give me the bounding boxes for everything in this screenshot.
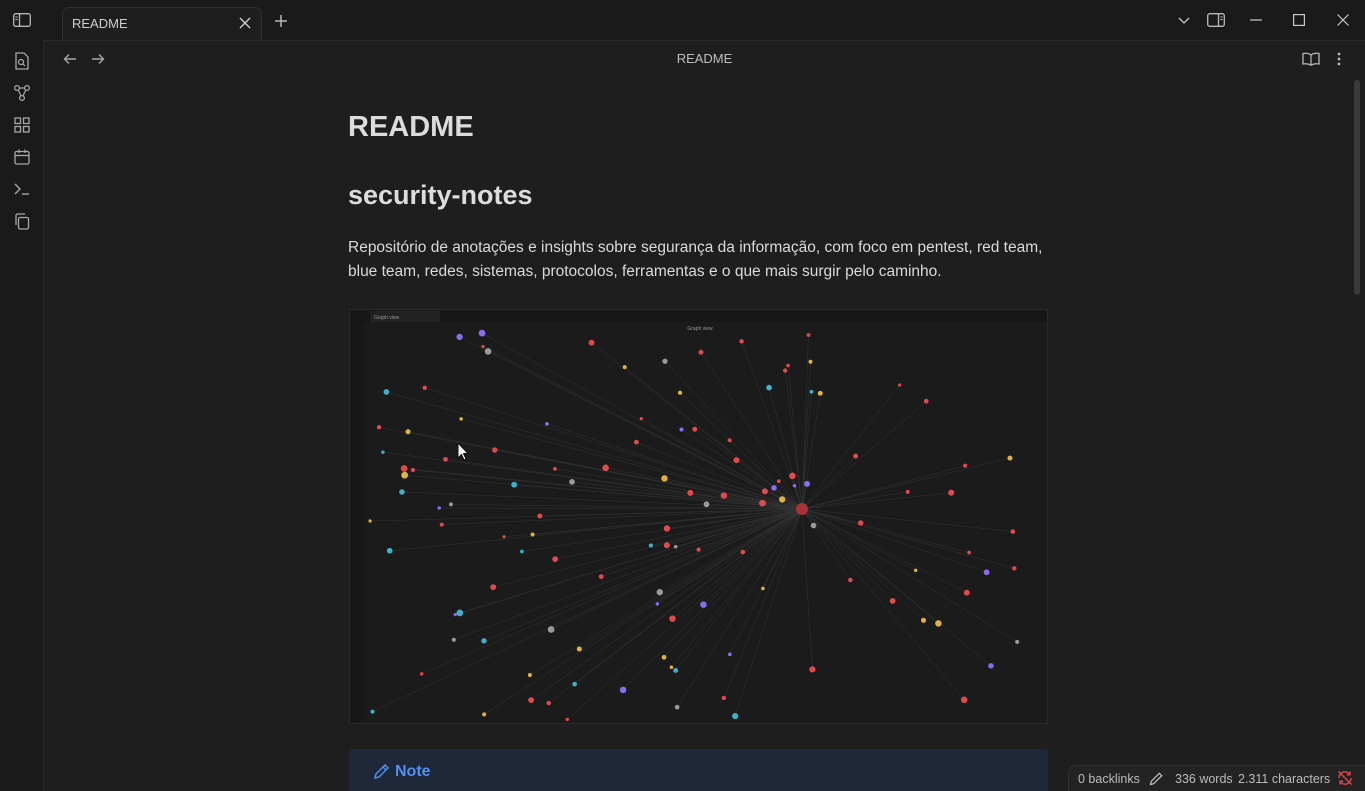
callout-title: Note bbox=[395, 763, 431, 780]
canvas-icon[interactable] bbox=[11, 114, 33, 136]
tab-readme[interactable]: README bbox=[62, 7, 262, 40]
tab-close-icon[interactable] bbox=[237, 15, 253, 31]
word-count: 336 words bbox=[1175, 772, 1233, 786]
left-ribbon bbox=[0, 40, 44, 791]
character-count: 2.311 characters bbox=[1238, 772, 1331, 786]
terminal-icon[interactable] bbox=[11, 178, 33, 200]
edit-pencil-icon[interactable] bbox=[1149, 771, 1164, 789]
scrollbar[interactable] bbox=[1354, 80, 1360, 295]
tab-list-chevron-down-icon[interactable] bbox=[1175, 12, 1193, 30]
minimize-icon[interactable] bbox=[1246, 11, 1266, 29]
sidebar-toggle-icon[interactable] bbox=[12, 11, 32, 29]
document-heading-1: README bbox=[348, 111, 474, 143]
document-paragraph: Repositório de anotações e insights sobr… bbox=[348, 239, 1043, 280]
mouse-cursor-icon bbox=[457, 441, 470, 466]
mini-window-title: Graph view bbox=[687, 326, 713, 332]
note-callout[interactable]: Note bbox=[349, 749, 1048, 791]
copy-icon[interactable] bbox=[11, 210, 33, 232]
close-window-icon[interactable] bbox=[1333, 11, 1353, 29]
pencil-icon bbox=[373, 763, 390, 785]
graph-view-icon[interactable] bbox=[11, 82, 33, 104]
document-heading-2: security-notes bbox=[348, 180, 533, 210]
view-title: README bbox=[676, 51, 733, 66]
reading-view-book-icon[interactable] bbox=[1301, 49, 1321, 69]
graph-view-screenshot: Graph view Graph view bbox=[349, 309, 1048, 724]
quick-switcher-icon[interactable] bbox=[11, 50, 33, 72]
mini-tab-label: Graph view bbox=[374, 315, 400, 321]
more-options-icon[interactable] bbox=[1329, 49, 1349, 69]
title-bar: README bbox=[0, 0, 1365, 41]
calendar-icon[interactable] bbox=[11, 146, 33, 168]
new-tab-icon[interactable] bbox=[272, 12, 290, 30]
sync-disabled-icon[interactable] bbox=[1337, 770, 1353, 789]
tab-title: README bbox=[72, 16, 128, 31]
right-sidebar-toggle-icon[interactable] bbox=[1206, 11, 1226, 29]
backlinks-count[interactable]: 0 backlinks bbox=[1078, 772, 1140, 786]
maximize-icon[interactable] bbox=[1289, 11, 1309, 29]
view-header: README bbox=[44, 40, 1365, 78]
status-bar: 0 backlinks 336 words 2.311 characters bbox=[1068, 765, 1365, 791]
